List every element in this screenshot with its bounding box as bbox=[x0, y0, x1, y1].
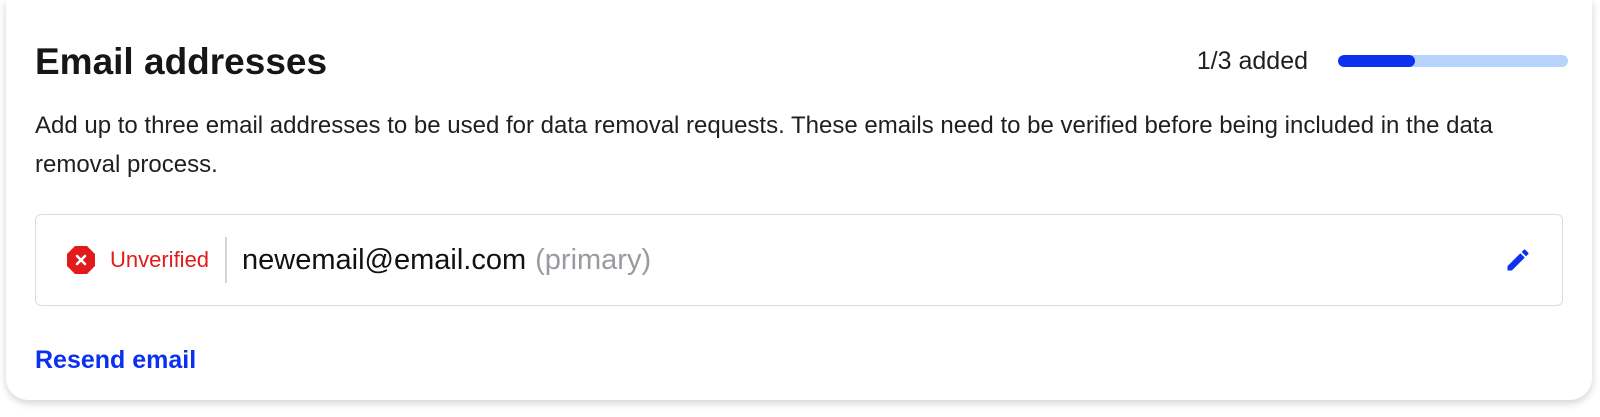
progress-indicator: 1/3 added bbox=[1197, 44, 1568, 78]
email-row: Unverified newemail@email.com (primary) bbox=[35, 214, 1563, 306]
email-address: newemail@email.com bbox=[242, 243, 527, 276]
email-addresses-card: Email addresses 1/3 added Add up to thre… bbox=[6, 0, 1592, 400]
status-label: Unverified bbox=[110, 247, 210, 272]
x-octagon-icon bbox=[66, 245, 96, 275]
progress-label: 1/3 added bbox=[1196, 47, 1308, 75]
resend-email-link[interactable]: Resend email bbox=[35, 343, 196, 377]
edit-email-button[interactable] bbox=[1504, 246, 1532, 274]
primary-tag: (primary) bbox=[535, 243, 652, 276]
verification-status: Unverified bbox=[36, 237, 228, 283]
section-description: Add up to three email addresses to be us… bbox=[35, 112, 1493, 178]
progress-bar-fill bbox=[1338, 55, 1415, 67]
section-title: Email addresses bbox=[35, 41, 328, 82]
pencil-icon bbox=[1504, 249, 1532, 278]
progress-bar-track bbox=[1338, 55, 1568, 67]
